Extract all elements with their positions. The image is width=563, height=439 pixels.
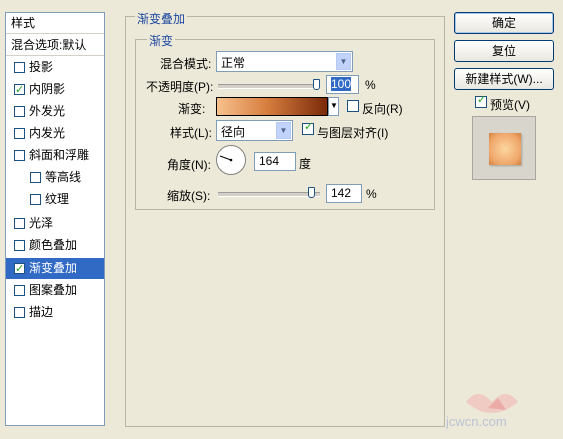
style-select[interactable]: 径向 ▼: [216, 120, 293, 141]
opacity-slider-thumb[interactable]: [313, 79, 320, 90]
list-item-gradient-overlay[interactable]: 渐变叠加: [6, 258, 104, 280]
subgroup-title: 渐变: [147, 32, 176, 49]
scale-slider-track[interactable]: [218, 192, 320, 197]
label-color-overlay: 颜色叠加: [29, 238, 78, 252]
gradient-swatch[interactable]: [216, 97, 328, 116]
opacity-value: 100: [331, 77, 352, 91]
chevron-down-icon: ▼: [330, 101, 338, 110]
checkbox-texture[interactable]: [30, 194, 41, 205]
angle-value: 164: [259, 154, 280, 168]
checkbox-contour[interactable]: [30, 172, 41, 183]
angle-dial-needle: [219, 155, 233, 162]
watermark-graphic: jcwcn.com: [445, 394, 518, 429]
gradient-dropdown[interactable]: ▼: [328, 97, 339, 116]
opacity-input[interactable]: 100: [326, 75, 359, 94]
label-texture: 纹理: [45, 192, 70, 206]
blend-mode-label: 混合模式:: [160, 57, 212, 71]
style-list: 样式 混合选项:默认 投影 内阴影 外发光 内发光 斜面和浮雕 等高线 纹理 光…: [5, 12, 105, 426]
checkbox-inner-shadow[interactable]: [14, 80, 25, 101]
align-with-layer-label: 与图层对齐(I): [317, 126, 389, 140]
style-list-header[interactable]: 样式: [6, 13, 104, 34]
blend-options-item[interactable]: 混合选项:默认: [6, 35, 104, 56]
list-item-pattern-overlay[interactable]: 图案叠加: [6, 280, 104, 301]
label-stroke: 描边: [29, 305, 54, 319]
list-item-inner-shadow[interactable]: 内阴影: [6, 79, 104, 101]
list-item-bevel-emboss[interactable]: 斜面和浮雕: [6, 145, 104, 166]
label-bevel-emboss: 斜面和浮雕: [29, 148, 90, 162]
list-item-texture[interactable]: 纹理: [6, 189, 104, 210]
checkbox-bevel-emboss[interactable]: [14, 150, 25, 161]
checkbox-satin[interactable]: [14, 218, 25, 229]
scale-unit: %: [366, 187, 377, 201]
reverse-label: 反向(R): [362, 102, 403, 116]
label-satin: 光泽: [29, 216, 54, 230]
chevron-down-icon: ▼: [276, 122, 291, 139]
chevron-down-icon: ▼: [336, 53, 351, 70]
blend-mode-select[interactable]: 正常 ▼: [216, 51, 353, 72]
opacity-label: 不透明度(P):: [146, 80, 214, 94]
angle-unit: 度: [299, 157, 312, 171]
label-drop-shadow: 投影: [29, 60, 54, 74]
list-item-color-overlay[interactable]: 颜色叠加: [6, 235, 104, 256]
angle-label: 角度(N):: [167, 158, 211, 172]
label-pattern-overlay: 图案叠加: [29, 283, 78, 297]
site-watermark-logo: jcwcn.com: [428, 382, 558, 432]
list-item-satin[interactable]: 光泽: [6, 213, 104, 234]
reset-button[interactable]: 复位: [454, 40, 554, 62]
list-item-outer-glow[interactable]: 外发光: [6, 101, 104, 122]
checkbox-color-overlay[interactable]: [14, 240, 25, 251]
angle-dial[interactable]: [216, 145, 246, 175]
new-style-button[interactable]: 新建样式(W)...: [454, 68, 554, 90]
checkbox-inner-glow[interactable]: [14, 128, 25, 139]
preview-checkbox[interactable]: [475, 93, 487, 108]
label-gradient-overlay: 渐变叠加: [29, 261, 78, 275]
blend-mode-value: 正常: [221, 56, 246, 70]
opacity-unit: %: [365, 78, 376, 92]
style-label: 样式(L):: [170, 126, 213, 140]
group-title: 渐变叠加: [135, 10, 188, 27]
ok-button[interactable]: 确定: [454, 12, 554, 34]
style-preview-thumbnail: [472, 116, 536, 180]
label-inner-glow: 内发光: [29, 126, 66, 140]
checkbox-pattern-overlay[interactable]: [14, 285, 25, 296]
list-item-contour[interactable]: 等高线: [6, 167, 104, 188]
align-with-layer-checkbox[interactable]: [302, 120, 314, 135]
list-item-drop-shadow[interactable]: 投影: [6, 57, 104, 78]
scale-slider-thumb[interactable]: [307, 187, 315, 198]
list-item-stroke[interactable]: 描边: [6, 302, 104, 323]
label-contour: 等高线: [45, 170, 82, 184]
preview-swatch: [489, 133, 521, 165]
style-value: 径向: [221, 125, 246, 139]
checkbox-gradient-overlay[interactable]: [14, 259, 25, 280]
preview-label: 预览(V): [490, 98, 530, 112]
opacity-slider-track[interactable]: [218, 84, 320, 89]
scale-label: 缩放(S):: [167, 189, 211, 203]
checkbox-outer-glow[interactable]: [14, 106, 25, 117]
scale-value: 142: [331, 186, 352, 200]
gradient-label: 渐变:: [178, 102, 206, 116]
checkbox-drop-shadow[interactable]: [14, 62, 25, 73]
watermark-text: jcwcn.com: [445, 414, 507, 429]
list-item-inner-glow[interactable]: 内发光: [6, 123, 104, 144]
label-inner-shadow: 内阴影: [29, 82, 66, 96]
label-outer-glow: 外发光: [29, 104, 66, 118]
reverse-checkbox[interactable]: [347, 100, 359, 112]
checkbox-stroke[interactable]: [14, 307, 25, 318]
scale-input[interactable]: 142: [326, 184, 362, 203]
angle-input[interactable]: 164: [254, 152, 296, 171]
